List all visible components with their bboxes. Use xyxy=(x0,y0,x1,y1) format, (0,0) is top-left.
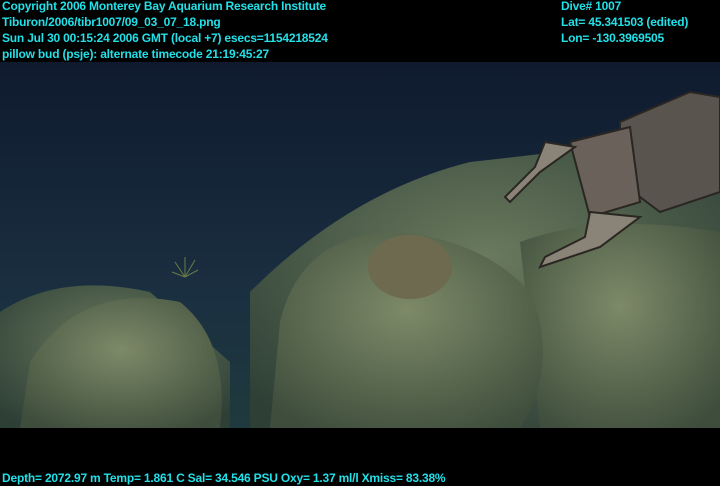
file-path-text: Tiburon/2006/tibr1007/09_03_07_18.png xyxy=(2,15,221,29)
seafloor-photo xyxy=(0,62,720,428)
pillow-bud xyxy=(368,235,452,299)
latitude: Lat= 45.341503 (edited) xyxy=(561,15,689,29)
longitude: Lon= -130.3969505 xyxy=(561,31,665,45)
dive-number: Dive# 1007 xyxy=(561,0,622,13)
timecode-text: pillow bud (psje): alternate timecode 21… xyxy=(2,47,269,61)
sensor-readout: Depth= 2072.97 m Temp= 1.861 C Sal= 34.5… xyxy=(2,471,446,485)
video-frame: Copyright 2006 Monterey Bay Aquarium Res… xyxy=(0,0,720,486)
header-right: Dive# 1007 Lat= 45.341503 (edited) Lon= … xyxy=(561,0,688,46)
header-left: Copyright 2006 Monterey Bay Aquarium Res… xyxy=(2,0,328,62)
timestamp-text: Sun Jul 30 00:15:24 2006 GMT (local +7) … xyxy=(2,31,328,45)
copyright-text: Copyright 2006 Monterey Bay Aquarium Res… xyxy=(2,0,326,13)
